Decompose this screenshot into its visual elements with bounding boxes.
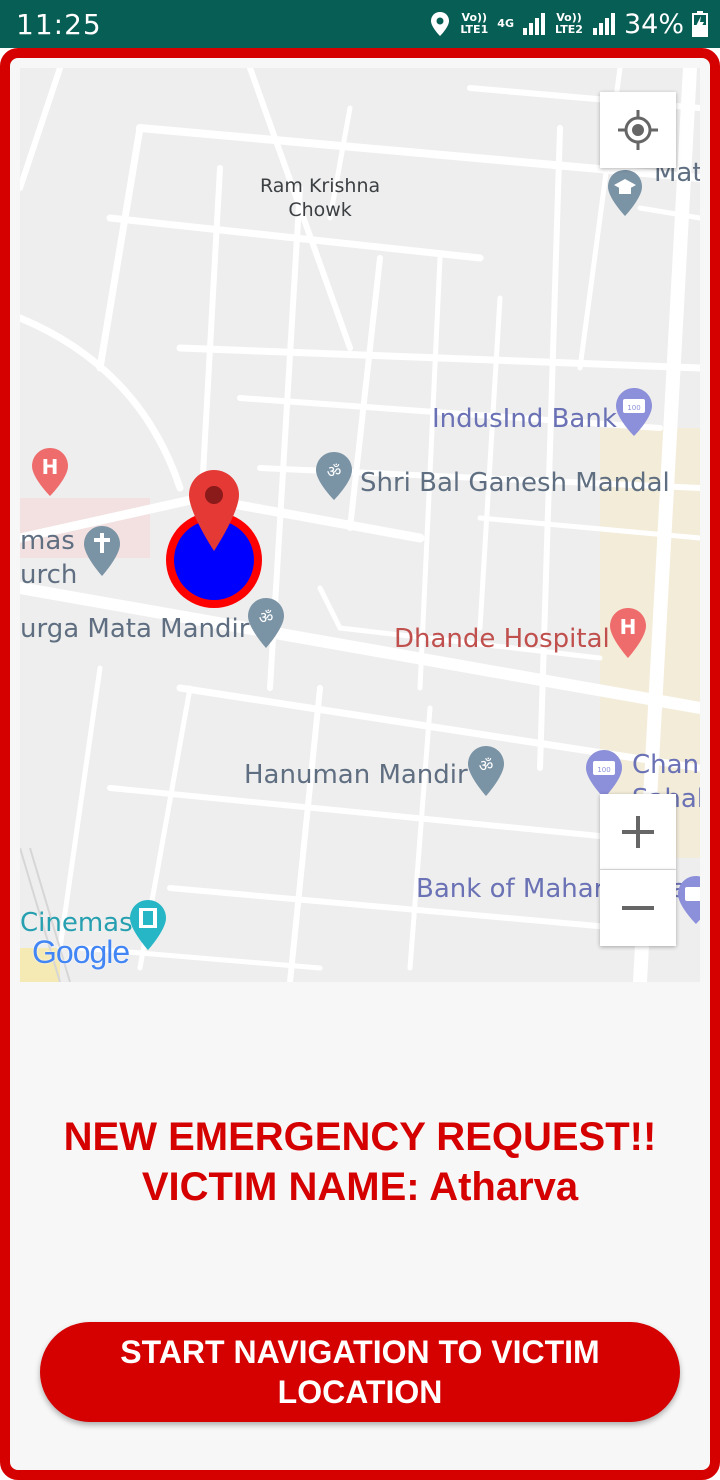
hospital-pin-icon-2: H bbox=[610, 608, 646, 658]
battery-charging-icon bbox=[692, 11, 708, 37]
label-hanuman-mandir: Hanuman Mandir bbox=[244, 760, 468, 790]
label-church-line1: mas bbox=[20, 526, 75, 556]
my-location-button[interactable] bbox=[600, 92, 676, 168]
church-pin-icon bbox=[84, 526, 120, 576]
bank-pin-icon: 100 bbox=[616, 388, 652, 436]
location-icon bbox=[431, 12, 450, 36]
minus-icon bbox=[622, 906, 654, 910]
zoom-out-button[interactable] bbox=[600, 870, 676, 946]
alert-title: NEW EMERGENCY REQUEST!! bbox=[63, 1115, 657, 1159]
school-pin-icon bbox=[608, 170, 642, 216]
google-logo: Google bbox=[32, 934, 130, 970]
start-navigation-button[interactable]: START NAVIGATION TO VICTIM LOCATION bbox=[40, 1322, 680, 1422]
network-type: 4G bbox=[497, 17, 514, 30]
plus-icon bbox=[622, 815, 654, 848]
svg-text:100: 100 bbox=[597, 766, 610, 774]
status-icons: Vo)) LTE1 4G Vo)) LTE2 34% bbox=[429, 6, 708, 42]
alert-content: NEW EMERGENCY REQUEST!! VICTIM NAME: Ath… bbox=[20, 982, 700, 1470]
svg-text:H: H bbox=[42, 455, 59, 479]
temple-pin-icon-3: ॐ bbox=[468, 746, 504, 796]
alert-message: NEW EMERGENCY REQUEST!! VICTIM NAME: Ath… bbox=[20, 1112, 700, 1212]
label-church-line2: urch bbox=[20, 560, 78, 590]
svg-text:ॐ: ॐ bbox=[479, 756, 494, 775]
label-indusind-bank: IndusInd Bank bbox=[432, 404, 617, 434]
label-dhande-hospital: Dhande Hospital bbox=[394, 624, 610, 654]
hospital-pin-icon: H bbox=[32, 448, 68, 496]
emergency-frame: Ram Krishna Chowk Mat IndusInd Bank 100 … bbox=[0, 48, 720, 1480]
svg-text:H: H bbox=[620, 615, 637, 639]
battery-percent: 34% bbox=[623, 8, 684, 40]
temple-pin-icon: ॐ bbox=[316, 452, 352, 500]
label-chand-line1: Chand bbox=[632, 750, 700, 780]
map-view[interactable]: Ram Krishna Chowk Mat IndusInd Bank 100 … bbox=[20, 68, 700, 982]
label-durga-mata-mandir: urga Mata Mandir bbox=[20, 614, 250, 644]
svg-text:100: 100 bbox=[627, 404, 640, 412]
bank-pin-icon-2: 100 bbox=[586, 750, 622, 798]
zoom-in-button[interactable] bbox=[600, 794, 676, 870]
victim-name: VICTIM NAME: Atharva bbox=[141, 1165, 579, 1209]
my-location-icon bbox=[618, 110, 658, 150]
status-time: 11:25 bbox=[16, 8, 102, 41]
temple-pin-icon-2: ॐ bbox=[248, 598, 284, 648]
sim1-label: Vo)) LTE1 bbox=[460, 11, 489, 36]
label-ram-krishna-chowk: Ram Krishna Chowk bbox=[260, 175, 381, 221]
label-shri-bal-ganesh-mandal: Shri Bal Ganesh Mandal bbox=[360, 468, 670, 498]
svg-text:ॐ: ॐ bbox=[259, 608, 274, 627]
svg-text:ॐ: ॐ bbox=[327, 462, 342, 481]
status-bar: 11:25 Vo)) LTE1 4G Vo)) LTE2 34% bbox=[0, 0, 720, 48]
bank-pin-icon-3 bbox=[678, 876, 700, 924]
victim-location-marker[interactable] bbox=[162, 468, 266, 612]
signal-icon bbox=[522, 13, 545, 35]
sim2-label: Vo)) LTE2 bbox=[555, 11, 583, 36]
signal-icon-2 bbox=[592, 13, 615, 35]
cinema-pin-icon bbox=[130, 900, 166, 950]
